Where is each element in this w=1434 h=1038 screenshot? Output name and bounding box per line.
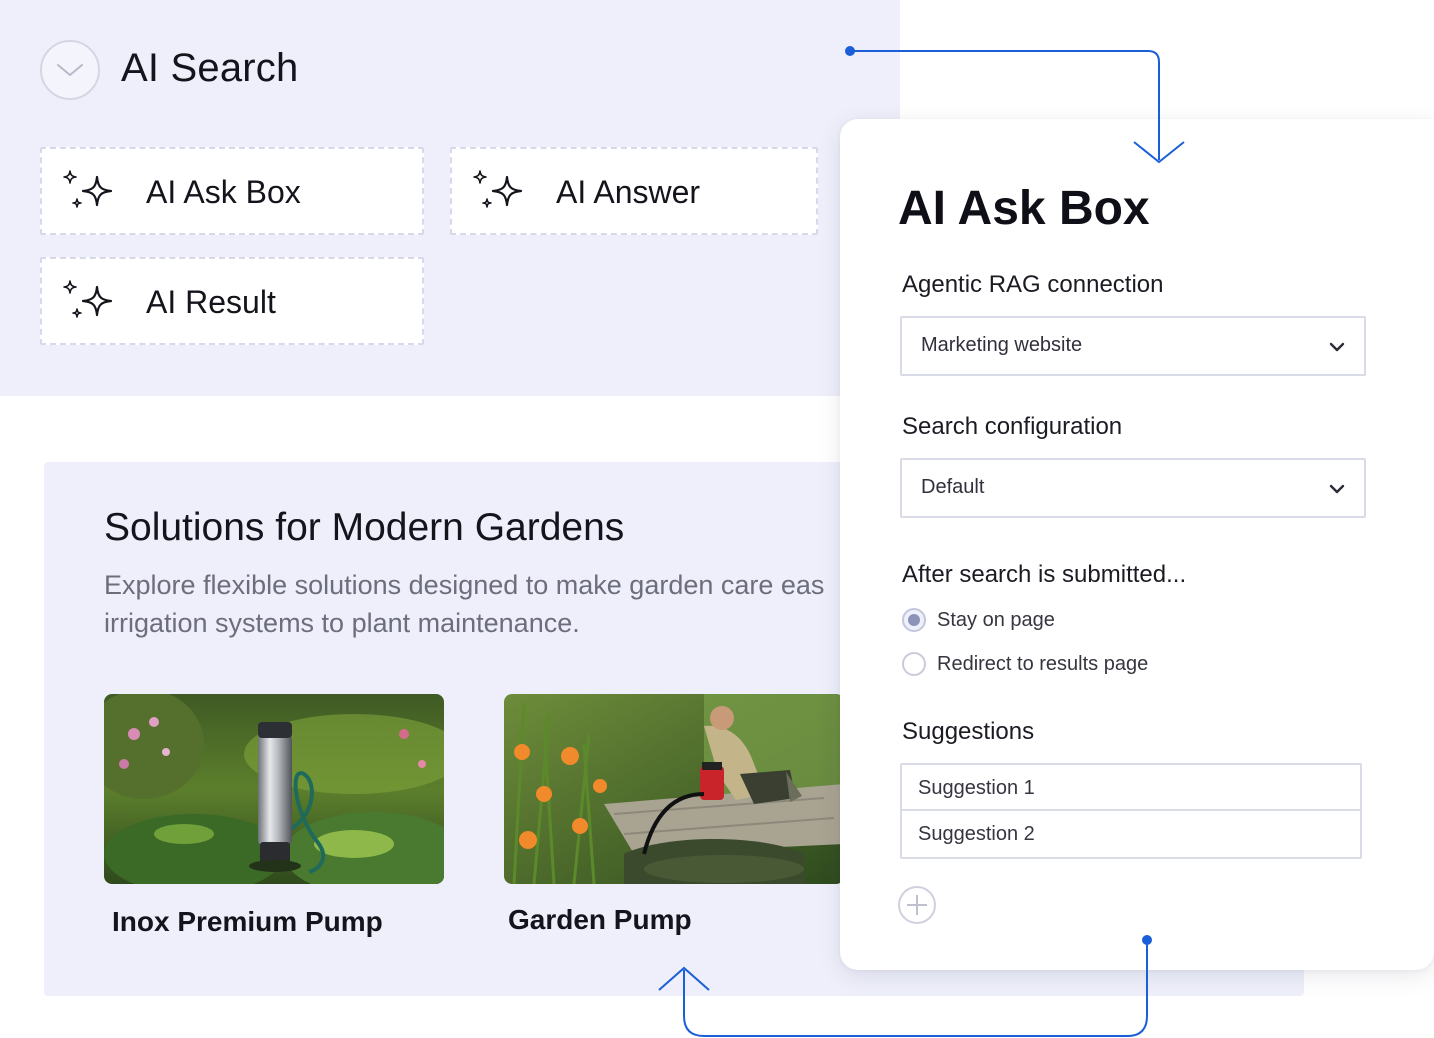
widget-label: AI Ask Box (146, 174, 301, 210)
ai-search-panel: AI Search AI Ask Box AI Answer AI Result (0, 0, 900, 396)
description-line: irrigation systems to plant maintenance. (104, 608, 580, 638)
sparkles-icon (63, 280, 113, 318)
chevron-down-icon (1329, 342, 1345, 352)
radio-label: Stay on page (937, 608, 1055, 631)
product-name[interactable]: Garden Pump (508, 904, 692, 936)
settings-card: AI Ask Box Agentic RAG connection Market… (840, 119, 1434, 970)
suggestion-input[interactable]: Suggestion 2 (902, 811, 1360, 857)
rag-connection-label: Agentic RAG connection (902, 271, 1164, 298)
after-submit-label: After search is submitted... (902, 561, 1187, 588)
settings-title: AI Ask Box (898, 182, 1150, 235)
canvas: AI Search AI Ask Box AI Answer AI Result… (0, 0, 1434, 1038)
suggestion-input[interactable]: Suggestion 1 (902, 765, 1360, 811)
widget-label: AI Answer (556, 174, 701, 210)
chevron-down-icon (1329, 484, 1345, 494)
add-suggestion-button[interactable] (898, 886, 936, 924)
section-title: Solutions for Modern Gardens (104, 506, 625, 549)
panel-title: AI Search (121, 46, 299, 90)
widget-ai-ask-box[interactable]: AI Ask Box (40, 147, 424, 235)
search-configuration-label: Search configuration (902, 413, 1123, 440)
radio-stay-on-page[interactable]: Stay on page (902, 608, 1055, 632)
description-line: Explore flexible solutions designed to m… (104, 570, 825, 600)
sparkles-icon (473, 170, 523, 208)
pump-photo (104, 694, 444, 884)
radio-redirect[interactable]: Redirect to results page (902, 652, 1148, 676)
product-name[interactable]: Inox Premium Pump (112, 906, 383, 938)
product-image-inox-pump[interactable] (104, 694, 444, 884)
pond-photo (504, 694, 844, 884)
select-value: Marketing website (921, 334, 1083, 356)
suggestions-label: Suggestions (902, 718, 1035, 745)
suggestions-list: Suggestion 1 Suggestion 2 (900, 763, 1362, 859)
collapse-button[interactable] (40, 40, 100, 100)
radio-button[interactable] (902, 652, 926, 676)
widget-ai-result[interactable]: AI Result (40, 257, 424, 345)
sparkles-icon (63, 170, 113, 208)
chevron-down-icon (57, 64, 83, 76)
product-image-garden-pump[interactable] (504, 694, 844, 884)
plus-icon (907, 895, 927, 915)
select-value: Default (921, 476, 985, 498)
rag-connection-select[interactable]: Marketing website (900, 316, 1366, 376)
section-description: Explore flexible solutions designed to m… (104, 566, 864, 642)
search-configuration-select[interactable]: Default (900, 458, 1366, 518)
radio-label: Redirect to results page (937, 652, 1149, 675)
radio-button[interactable] (902, 608, 926, 632)
widget-ai-answer[interactable]: AI Answer (450, 147, 818, 235)
widget-label: AI Result (146, 284, 276, 320)
